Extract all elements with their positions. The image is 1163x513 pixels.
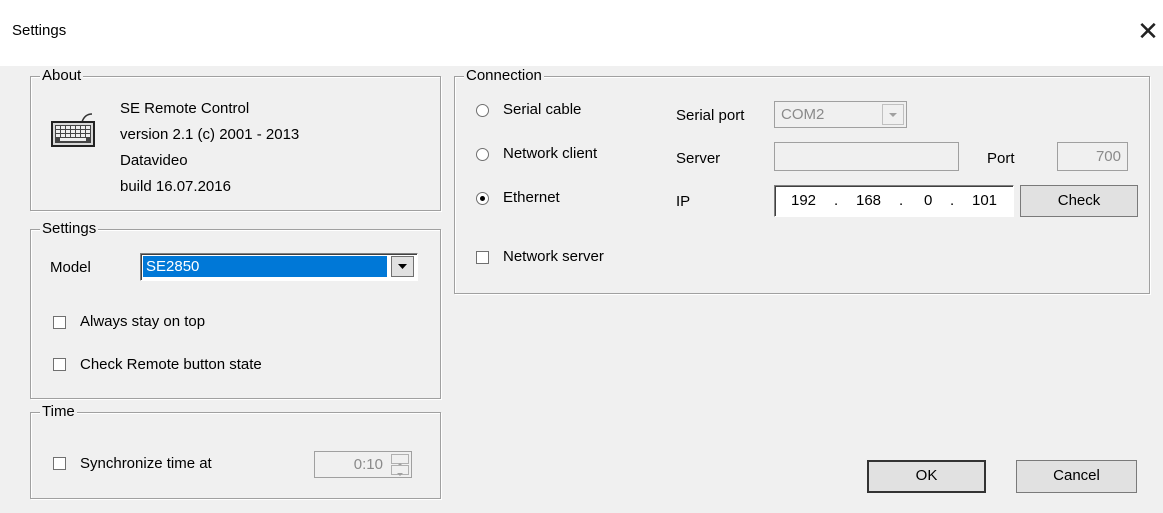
check-remote-label[interactable]: Check Remote button state [80, 356, 262, 374]
port-input[interactable]: 700 [1057, 142, 1128, 171]
ip-octet-3[interactable]: 0 [924, 192, 932, 210]
spinner-up-icon[interactable] [391, 454, 409, 466]
server-input[interactable] [774, 142, 959, 171]
serial-cable-radio[interactable] [476, 104, 489, 117]
ip-octet-1[interactable]: 192 [791, 192, 816, 210]
cancel-button[interactable]: Cancel [1016, 460, 1137, 493]
always-on-top-label[interactable]: Always stay on top [80, 313, 205, 331]
app-version: version 2.1 (c) 2001 - 2013 [120, 126, 300, 143]
app-build: build 16.07.2016 [120, 178, 231, 195]
ip-separator: . [834, 192, 839, 209]
server-label: Server [676, 150, 721, 167]
model-selected-value: SE2850 [143, 256, 387, 277]
port-label: Port [987, 150, 1015, 167]
ip-octet-2[interactable]: 168 [856, 192, 881, 210]
network-client-label[interactable]: Network client [503, 145, 597, 163]
chevron-down-icon [398, 264, 407, 269]
serial-port-label: Serial port [676, 107, 745, 124]
connection-legend: Connection [464, 67, 544, 85]
check-button[interactable]: Check [1020, 185, 1138, 217]
serial-port-value: COM2 [781, 106, 825, 123]
close-icon[interactable]: ✕ [1135, 16, 1161, 46]
check-remote-checkbox[interactable] [53, 358, 66, 371]
network-server-label[interactable]: Network server [503, 248, 604, 266]
ip-octet-4[interactable]: 101 [972, 192, 997, 210]
serial-port-select[interactable]: COM2 [774, 101, 907, 128]
serial-port-dropdown-button[interactable] [882, 104, 904, 125]
ip-address-input[interactable]: 192 . 168 . 0 . 101 [774, 185, 1014, 217]
ethernet-label[interactable]: Ethernet [503, 189, 560, 207]
network-client-radio[interactable] [476, 148, 489, 161]
settings-legend: Settings [40, 220, 99, 238]
radio-selected-dot [480, 196, 485, 201]
ethernet-radio[interactable] [476, 192, 489, 205]
sync-time-label[interactable]: Synchronize time at [80, 455, 212, 473]
app-name: SE Remote Control [120, 100, 250, 117]
model-dropdown-button[interactable] [391, 256, 414, 277]
about-legend: About [40, 67, 84, 85]
ip-separator: . [950, 192, 955, 209]
ip-separator: . [899, 192, 904, 209]
sync-time-value: 0:10 [353, 456, 383, 473]
keyboard-icon [50, 110, 96, 150]
model-select[interactable]: SE2850 [140, 253, 418, 281]
sync-time-spinner[interactable]: 0:10 [314, 451, 412, 478]
port-value: 700 [1095, 148, 1121, 165]
spinner-down-icon[interactable] [391, 465, 409, 476]
title-bar [0, 0, 1163, 66]
ip-label: IP [676, 193, 691, 210]
window-title: Settings [12, 22, 67, 39]
model-label: Model [50, 259, 91, 276]
always-on-top-checkbox[interactable] [53, 316, 66, 329]
sync-time-checkbox[interactable] [53, 457, 66, 470]
time-legend: Time [40, 403, 77, 421]
app-company: Datavideo [120, 152, 188, 169]
ok-button[interactable]: OK [867, 460, 986, 493]
chevron-down-icon [889, 113, 897, 117]
serial-cable-label[interactable]: Serial cable [503, 101, 581, 119]
network-server-checkbox[interactable] [476, 251, 489, 264]
